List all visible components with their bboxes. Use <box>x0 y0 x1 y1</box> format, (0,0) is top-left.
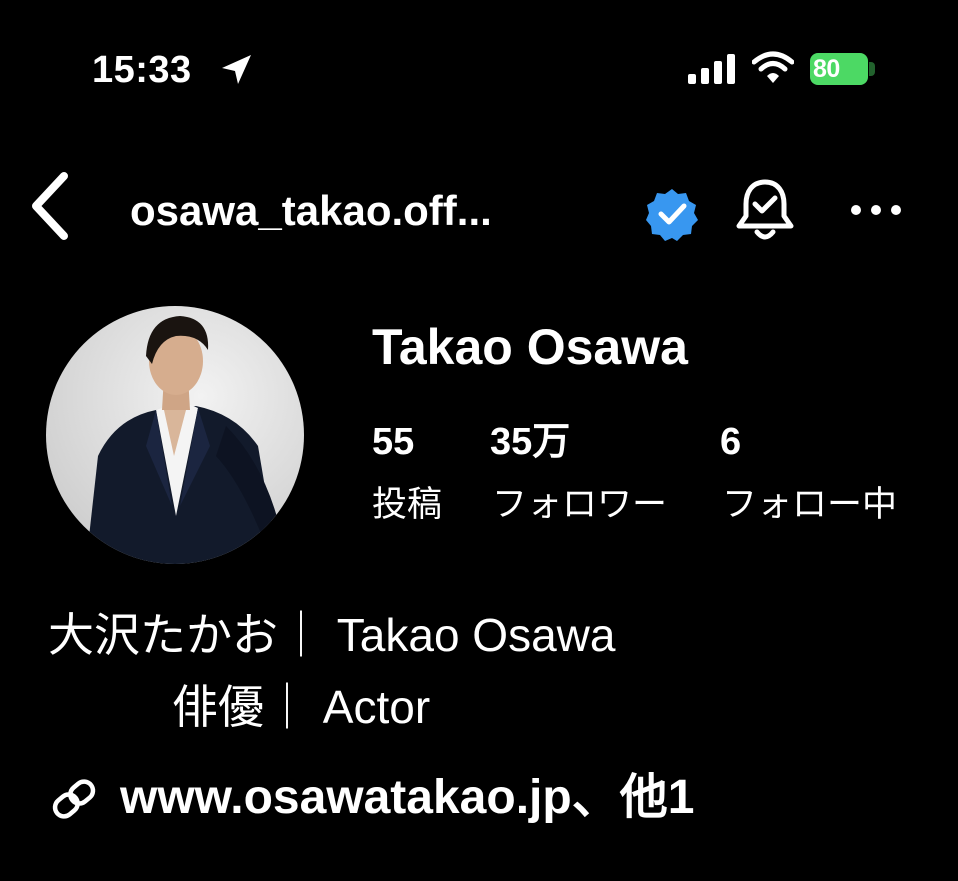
battery-icon: 80 <box>810 53 868 85</box>
profile-display-name: Takao Osawa <box>372 319 688 375</box>
followers-label[interactable]: フォロワー <box>492 484 667 526</box>
posts-label[interactable]: 投稿 <box>372 484 442 526</box>
notification-bell-icon[interactable] <box>734 178 796 244</box>
link-icon <box>52 779 96 819</box>
bio-line-2: 俳優｜ Actor <box>172 681 431 733</box>
battery-level: 80 <box>813 55 840 83</box>
avatar-image <box>46 306 304 564</box>
followers-count[interactable]: 35万 <box>490 420 570 464</box>
bio-line-1: 大沢たかお｜ Takao Osawa <box>48 609 616 661</box>
signal-icon <box>688 54 735 84</box>
profile-username: osawa_takao.off... <box>130 187 492 234</box>
more-icon[interactable] <box>850 202 902 218</box>
location-arrow-icon <box>222 55 251 84</box>
status-time: 15:33 <box>92 49 192 91</box>
posts-count[interactable]: 55 <box>372 420 414 464</box>
verified-badge-icon <box>646 189 698 241</box>
following-count[interactable]: 6 <box>720 420 741 464</box>
following-label[interactable]: フォロー中 <box>722 484 897 526</box>
wifi-icon <box>752 51 794 83</box>
profile-avatar[interactable] <box>46 306 304 564</box>
battery-cap <box>869 62 875 76</box>
website-link[interactable]: www.osawatakao.jp、他1 <box>120 770 694 826</box>
back-icon[interactable] <box>26 168 76 244</box>
